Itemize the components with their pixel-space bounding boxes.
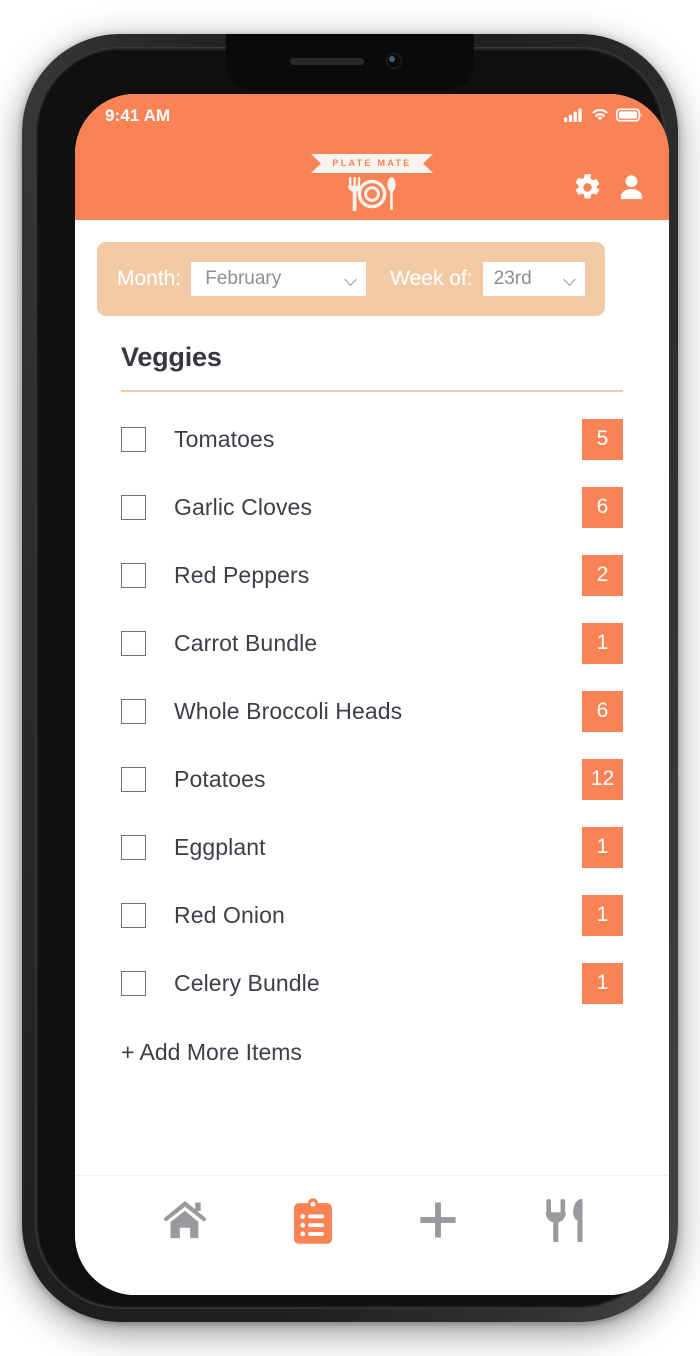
- section-divider: [121, 390, 623, 392]
- wifi-icon: [592, 109, 608, 121]
- item-quantity-badge[interactable]: 2: [582, 554, 623, 596]
- list-item[interactable]: Red Peppers 2: [121, 541, 623, 609]
- page-title: Veggies: [121, 342, 222, 372]
- item-label: Garlic Cloves: [174, 493, 313, 520]
- list-item[interactable]: Tomatoes 5: [121, 405, 623, 473]
- speaker-grille: [290, 58, 364, 65]
- item-checkbox[interactable]: [121, 970, 146, 996]
- battery-icon: [616, 108, 642, 122]
- status-icons: [564, 106, 643, 122]
- phone-notch: [226, 34, 474, 90]
- logo-ribbon-text: PLATE MATE: [332, 158, 412, 168]
- item-quantity-badge[interactable]: 1: [582, 622, 623, 664]
- signal-bars-icon: [564, 108, 582, 122]
- list-item[interactable]: Whole Broccoli Heads 6: [121, 677, 623, 745]
- list-item[interactable]: Celery Bundle 1: [121, 949, 623, 1017]
- item-quantity-badge[interactable]: 1: [582, 894, 623, 936]
- status-time: 9:41 AM: [105, 106, 171, 125]
- item-checkbox[interactable]: [121, 766, 146, 792]
- grocery-list-section: Veggies Tomatoes 5 Garlic Cloves 6 Red Peppe…: [75, 342, 669, 1066]
- item-label: Red Onion: [174, 901, 285, 928]
- item-checkbox[interactable]: [121, 426, 146, 452]
- status-bar: 9:41 AM: [75, 94, 669, 150]
- week-dropdown[interactable]: 23rd: [482, 262, 585, 296]
- item-quantity-badge[interactable]: 12: [582, 758, 623, 800]
- month-week-selector: Month: February Week of: 23rd: [97, 242, 605, 316]
- phone-screen: PLATE MATE 9:41 AM Month: February Week …: [75, 94, 669, 1295]
- month-dropdown[interactable]: February: [191, 262, 367, 296]
- clipboard-list-icon[interactable]: [293, 1198, 332, 1244]
- month-label: Month:: [117, 267, 182, 290]
- gear-icon[interactable]: [573, 173, 602, 202]
- app-logo: PLATE MATE: [297, 154, 447, 216]
- front-camera-icon: [386, 53, 402, 69]
- item-label: Carrot Bundle: [174, 629, 318, 656]
- bottom-navigation: [75, 1175, 669, 1295]
- list-item[interactable]: Eggplant 1: [121, 813, 623, 881]
- item-label: Eggplant: [174, 833, 266, 860]
- month-value: February: [205, 268, 282, 289]
- fork-plate-spoon-icon: [348, 177, 396, 212]
- plus-icon[interactable]: [416, 1198, 460, 1242]
- week-label: Week of:: [390, 267, 473, 290]
- item-label: Whole Broccoli Heads: [174, 697, 403, 724]
- list-item[interactable]: Garlic Cloves 6: [121, 473, 623, 541]
- list-item[interactable]: Potatoes 12: [121, 745, 623, 813]
- item-label: Tomatoes: [174, 425, 275, 452]
- list-item[interactable]: Red Onion 1: [121, 881, 623, 949]
- item-checkbox[interactable]: [121, 562, 146, 588]
- item-checkbox[interactable]: [121, 902, 146, 928]
- item-quantity-badge[interactable]: 1: [582, 962, 623, 1004]
- phone-frame: PLATE MATE 9:41 AM Month: February Week …: [22, 34, 678, 1322]
- item-label: Celery Bundle: [174, 969, 320, 996]
- items-list: Tomatoes 5 Garlic Cloves 6 Red Peppers 2 Carro…: [121, 405, 623, 1017]
- home-icon[interactable]: [161, 1198, 209, 1240]
- logo-ribbon: PLATE MATE: [311, 154, 433, 173]
- item-quantity-badge[interactable]: 6: [582, 690, 623, 732]
- item-checkbox[interactable]: [121, 698, 146, 724]
- add-more-items-button[interactable]: + Add More Items: [121, 1039, 623, 1066]
- person-icon[interactable]: [616, 172, 647, 203]
- item-checkbox[interactable]: [121, 630, 146, 656]
- item-checkbox[interactable]: [121, 494, 146, 520]
- chevron-down-icon: [564, 273, 576, 285]
- chevron-down-icon: [345, 273, 357, 285]
- week-value: 23rd: [493, 268, 532, 289]
- item-label: Red Peppers: [174, 561, 310, 588]
- fork-knife-icon[interactable]: [545, 1198, 583, 1242]
- list-item[interactable]: Carrot Bundle 1: [121, 609, 623, 677]
- item-quantity-badge[interactable]: 1: [582, 826, 623, 868]
- item-checkbox[interactable]: [121, 834, 146, 860]
- item-label: Potatoes: [174, 765, 266, 792]
- header-actions: [573, 172, 647, 203]
- item-quantity-badge[interactable]: 6: [582, 486, 623, 528]
- item-quantity-badge[interactable]: 5: [582, 418, 623, 460]
